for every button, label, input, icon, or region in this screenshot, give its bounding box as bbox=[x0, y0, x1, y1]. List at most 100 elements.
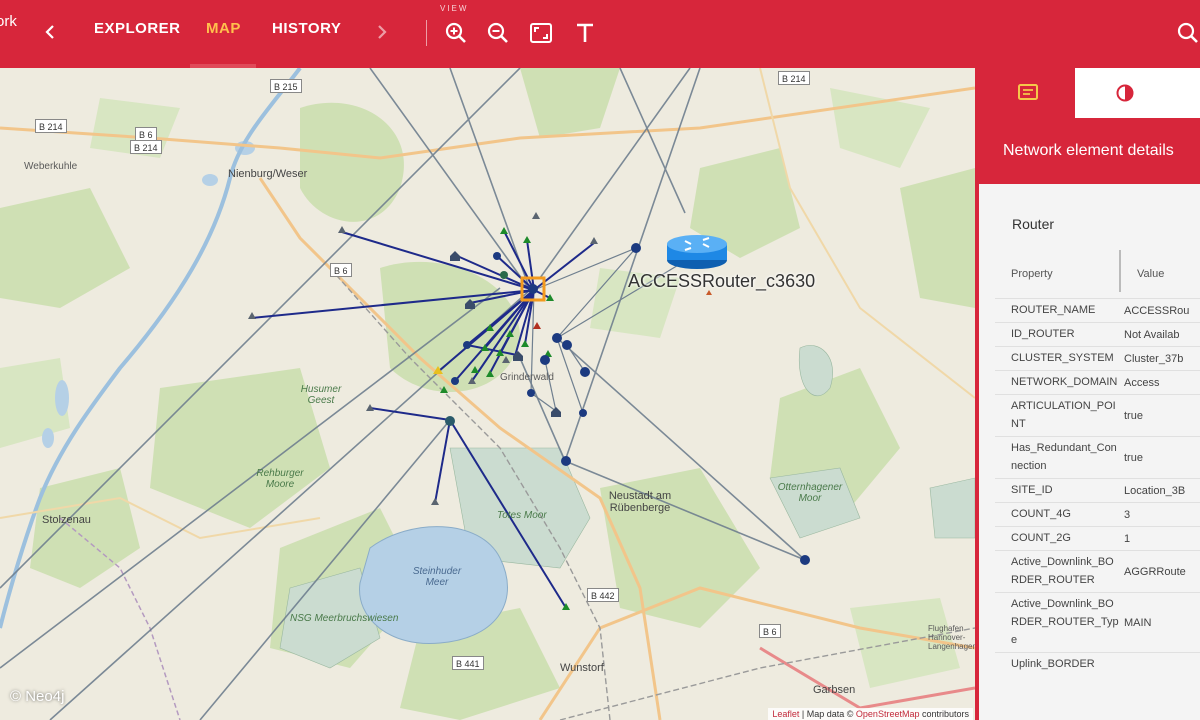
property-value: Location_3B bbox=[1124, 484, 1186, 497]
road-badge: B 6 bbox=[135, 127, 157, 141]
panel-body: Router Property Value ROUTER_NAME ACCESSR… bbox=[979, 184, 1200, 720]
alarm-site-node[interactable] bbox=[533, 322, 541, 329]
properties-table: ROUTER_NAME ACCESSRou ID_ROUTER Not Availab… bbox=[995, 298, 1200, 676]
table-row[interactable]: Has_Redundant_Connection true bbox=[995, 436, 1200, 478]
element-type-title: Router bbox=[1012, 216, 1055, 232]
road-badge: B 6 bbox=[759, 624, 781, 638]
road-badge: B 214 bbox=[778, 71, 810, 85]
panel-header: Network element details bbox=[979, 118, 1200, 184]
table-row[interactable]: ARTICULATION_POINT true bbox=[995, 394, 1200, 436]
chevron-left-icon[interactable] bbox=[40, 20, 60, 44]
property-value: Access bbox=[1124, 376, 1160, 389]
map-attribution: Leaflet | Map data © OpenStreetMap contr… bbox=[768, 708, 973, 720]
property-name: Uplink_BORDER bbox=[1011, 658, 1095, 670]
table-row[interactable]: ROUTER_NAME ACCESSRou bbox=[995, 298, 1200, 322]
table-row[interactable]: Uplink_BORDER bbox=[995, 652, 1200, 676]
property-name: Has_Redundant_Connection bbox=[1011, 442, 1117, 472]
property-value: true bbox=[1124, 451, 1143, 464]
property-name: COUNT_4G bbox=[1011, 508, 1071, 520]
tab-history[interactable]: HISTORY bbox=[272, 20, 341, 37]
top-bar: ork EXPLORER MAP HISTORY VIEW bbox=[0, 0, 1200, 68]
place-label: Wunstorf bbox=[560, 662, 604, 674]
road-badge: B 214 bbox=[35, 119, 67, 133]
router-icon[interactable] bbox=[667, 235, 727, 269]
property-name: COUNT_2G bbox=[1011, 532, 1071, 544]
property-value: 3 bbox=[1124, 508, 1131, 521]
property-value: Cluster_37b bbox=[1124, 352, 1184, 365]
attribution-tail: contributors bbox=[919, 709, 969, 719]
contrast-icon bbox=[1116, 84, 1134, 102]
property-name: ID_ROUTER bbox=[1011, 328, 1075, 340]
selected-node[interactable] bbox=[528, 284, 538, 294]
table-row[interactable]: Active_Downlink_BORDER_ROUTER AGGRRoute bbox=[995, 550, 1200, 592]
zoom-in-icon[interactable] bbox=[444, 21, 468, 45]
property-value: MAIN bbox=[1124, 616, 1152, 629]
place-label: Steinhuder Meer bbox=[412, 566, 462, 588]
property-name: Active_Downlink_BORDER_ROUTER bbox=[1011, 556, 1114, 586]
column-header-property[interactable]: Property bbox=[1011, 268, 1053, 280]
tab-style[interactable] bbox=[1075, 68, 1200, 118]
place-label: Flughafen Hannover-Langenhagen bbox=[928, 624, 975, 651]
property-value: ACCESSRou bbox=[1124, 304, 1190, 317]
toolbar-divider bbox=[426, 20, 427, 46]
table-row[interactable]: COUNT_4G 3 bbox=[995, 502, 1200, 526]
map-canvas[interactable] bbox=[0, 68, 975, 720]
table-row[interactable]: ID_ROUTER Not Availab bbox=[995, 322, 1200, 346]
property-value: Not Availab bbox=[1124, 328, 1180, 341]
place-label: Totes Moor bbox=[497, 510, 547, 521]
road-badge: B 441 bbox=[452, 656, 484, 670]
property-value: true bbox=[1124, 409, 1143, 422]
app-title: ork bbox=[0, 13, 17, 30]
road-badge: B 6 bbox=[330, 263, 352, 277]
property-value: AGGRRoute bbox=[1124, 565, 1186, 578]
place-label: Weberkuhle bbox=[24, 161, 78, 172]
table-row[interactable]: SITE_ID Location_3B bbox=[995, 478, 1200, 502]
map-view[interactable]: Nienburg/Weser Stolzenau Neustadt am Rüb… bbox=[0, 68, 975, 720]
place-label: Garbsen bbox=[813, 684, 856, 696]
place-label: Husumer Geest bbox=[300, 384, 342, 406]
view-group-label: VIEW bbox=[440, 4, 469, 13]
panel-title: Network element details bbox=[1003, 142, 1174, 159]
table-row[interactable]: COUNT_2G 1 bbox=[995, 526, 1200, 550]
place-label: Otternhagener Moor bbox=[777, 482, 843, 504]
place-label: Grinderwald bbox=[500, 372, 554, 383]
text-icon[interactable] bbox=[573, 21, 597, 45]
details-panel: Network element details Router Property … bbox=[975, 68, 1200, 720]
details-list-icon bbox=[1018, 84, 1038, 100]
app-window: ork EXPLORER MAP HISTORY VIEW Nienburg/W… bbox=[0, 0, 1200, 720]
table-row[interactable]: NETWORK_DOMAIN Access bbox=[995, 370, 1200, 394]
property-name: Active_Downlink_BORDER_ROUTER_Type bbox=[1011, 598, 1119, 646]
property-name: NETWORK_DOMAIN bbox=[1011, 376, 1118, 388]
property-value bbox=[1121, 653, 1200, 676]
selected-node-label: ACCESSRouter_c3630 bbox=[628, 271, 816, 291]
leaflet-link[interactable]: Leaflet bbox=[772, 709, 799, 719]
table-row[interactable]: CLUSTER_SYSTEM Cluster_37b bbox=[995, 346, 1200, 370]
place-label: Nienburg/Weser bbox=[228, 168, 308, 180]
column-resize-handle[interactable] bbox=[1119, 250, 1121, 292]
property-name: SITE_ID bbox=[1011, 484, 1053, 496]
place-label: NSG Meerbruchswiesen bbox=[290, 613, 399, 624]
tab-details[interactable] bbox=[979, 68, 1075, 118]
details-panel-inner: Network element details Router Property … bbox=[979, 68, 1200, 720]
place-label: Rehburger Moore bbox=[256, 468, 304, 490]
place-label: Stolzenau bbox=[42, 514, 91, 526]
tab-map[interactable]: MAP bbox=[206, 20, 241, 37]
neo4j-watermark: © Neo4j bbox=[10, 688, 65, 705]
osm-link[interactable]: OpenStreetMap bbox=[856, 709, 920, 719]
property-value: 1 bbox=[1124, 532, 1131, 545]
search-icon[interactable] bbox=[1176, 21, 1200, 45]
attribution-text: | Map data © bbox=[799, 709, 856, 719]
road-badge: B 215 bbox=[270, 79, 302, 93]
zoom-out-icon[interactable] bbox=[486, 21, 510, 45]
road-badge: B 442 bbox=[587, 588, 619, 602]
chevron-right-icon[interactable] bbox=[372, 20, 392, 44]
property-name: ARTICULATION_POINT bbox=[1011, 400, 1116, 430]
fit-screen-icon[interactable] bbox=[529, 21, 553, 45]
place-label: Neustadt am Rübenberge bbox=[608, 490, 672, 514]
property-name: CLUSTER_SYSTEM bbox=[1011, 352, 1114, 364]
road-badge: B 214 bbox=[130, 140, 162, 154]
column-header-value[interactable]: Value bbox=[1137, 268, 1164, 280]
property-name: ROUTER_NAME bbox=[1011, 304, 1096, 316]
tab-explorer[interactable]: EXPLORER bbox=[94, 20, 181, 37]
table-row[interactable]: Active_Downlink_BORDER_ROUTER_Type MAIN bbox=[995, 592, 1200, 652]
